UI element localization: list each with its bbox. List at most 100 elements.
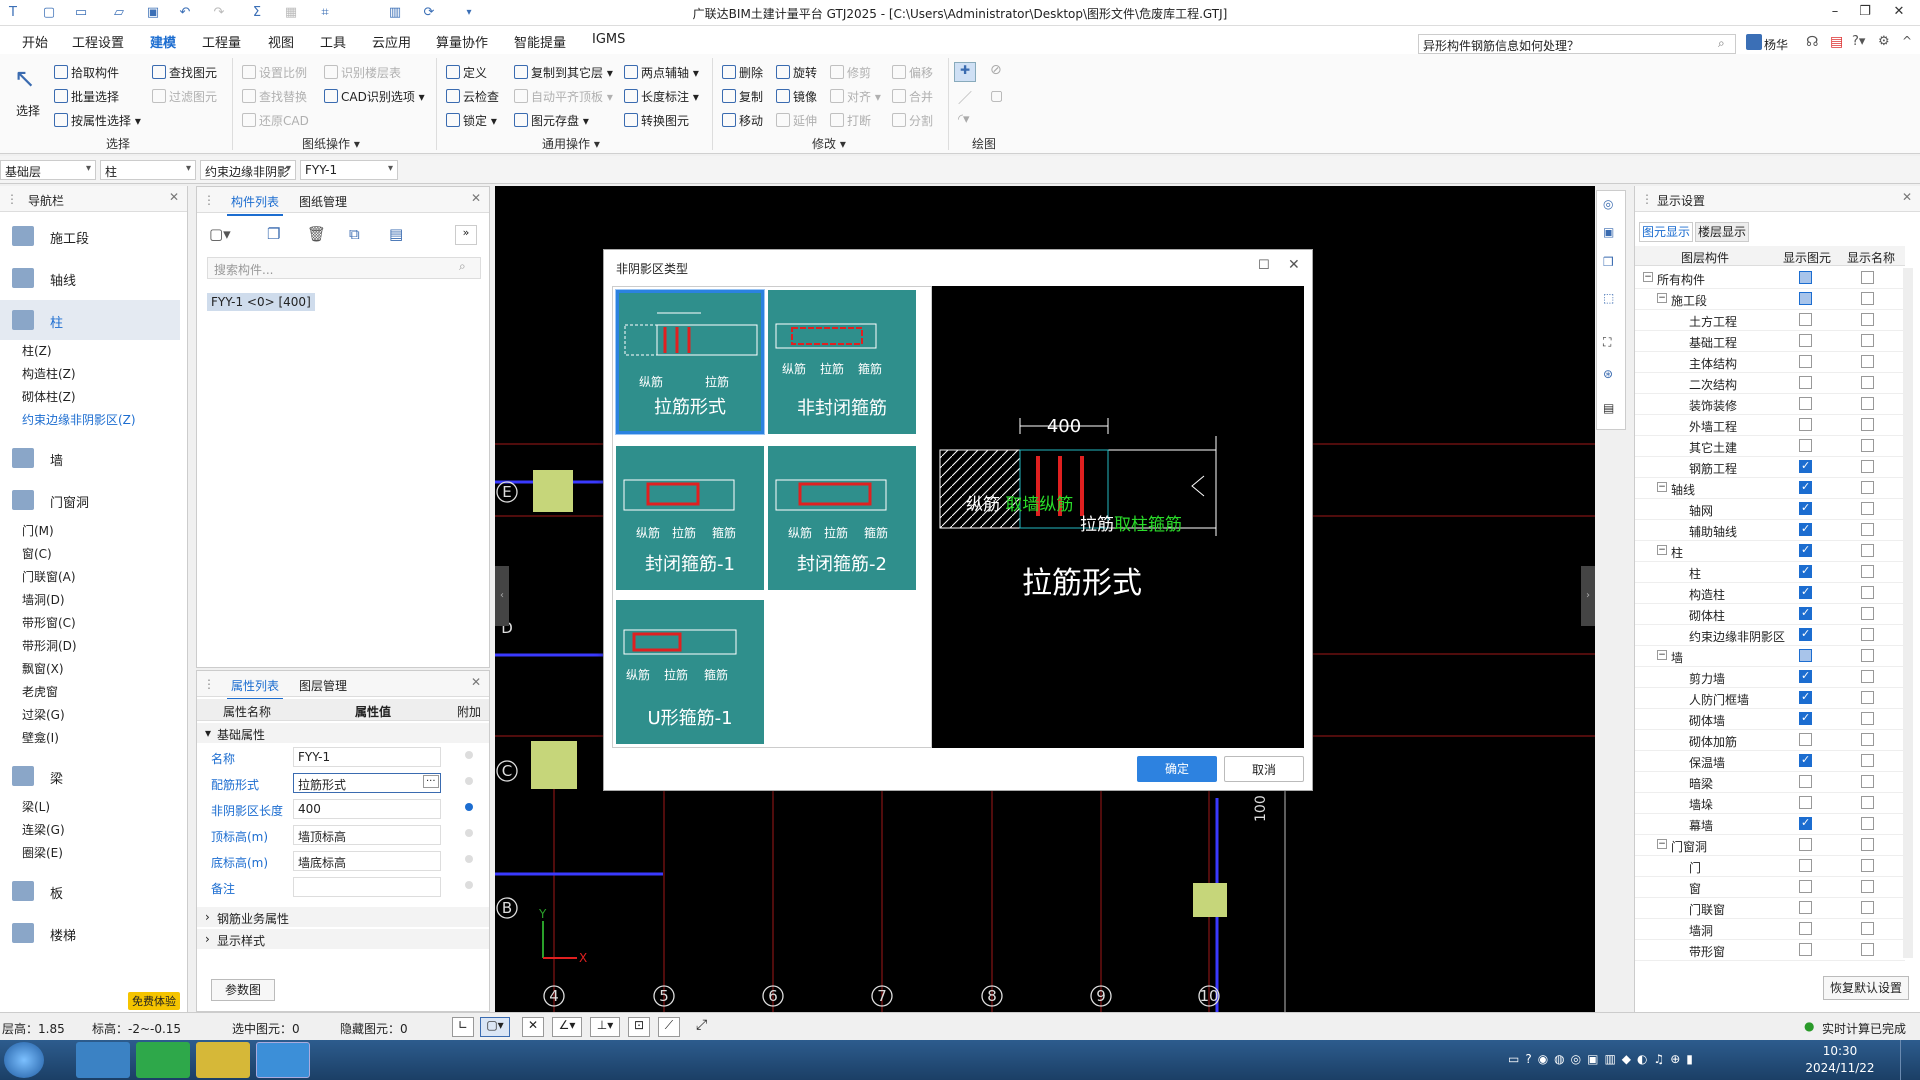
menu-smart[interactable]: 智能提量 (514, 32, 566, 51)
show-element-checkbox[interactable] (1799, 753, 1812, 767)
show-name-checkbox[interactable] (1861, 313, 1874, 326)
show-element-checkbox[interactable] (1799, 355, 1812, 368)
display-row[interactable]: 辅助轴线 (1635, 520, 1905, 541)
save-template-icon[interactable]: ▤ (389, 225, 403, 243)
expand-icon[interactable]: ⤢ (696, 1017, 707, 1033)
show-name-checkbox[interactable] (1861, 439, 1874, 452)
length-dimension-button[interactable]: 长度标注 ▾ (624, 88, 699, 105)
expand-toggle-icon[interactable]: − (1657, 293, 1667, 303)
more-options-icon[interactable]: ··· (423, 775, 439, 788)
cancel-button[interactable]: 取消 (1224, 756, 1304, 782)
show-element-checkbox[interactable] (1799, 859, 1812, 872)
show-name-checkbox[interactable] (1861, 796, 1874, 809)
close-icon[interactable]: ✕ (1288, 257, 1300, 273)
floor-select[interactable]: 基础层 (0, 160, 96, 180)
fullscreen-icon[interactable]: ⛶ (1603, 335, 1611, 350)
show-name-checkbox[interactable] (1861, 754, 1874, 767)
show-element-checkbox[interactable] (1799, 901, 1812, 914)
expand-toggle-icon[interactable]: − (1657, 839, 1667, 849)
menu-tools[interactable]: 工具 (320, 32, 346, 51)
restore-cad-button[interactable]: 还原CAD (242, 112, 309, 129)
display-row[interactable]: 窗 (1635, 877, 1905, 898)
help-icon[interactable]: ?▾ (1852, 34, 1865, 49)
property-value-input[interactable]: 墙顶标高 (293, 825, 441, 845)
show-name-checkbox[interactable] (1861, 565, 1874, 578)
show-name-checkbox[interactable] (1861, 649, 1874, 662)
show-name-checkbox[interactable] (1861, 292, 1874, 305)
display-row[interactable]: 墙垛 (1635, 793, 1905, 814)
nav-sub-item[interactable]: 飘窗(X) (22, 660, 64, 677)
align-button[interactable]: 对齐 ▾ (830, 88, 881, 105)
display-row[interactable]: 外墙工程 (1635, 415, 1905, 436)
show-element-checkbox[interactable] (1799, 522, 1812, 536)
nav-sub-item[interactable]: 约束边缘非阴影区(Z) (22, 411, 136, 428)
cube-dropdown-icon[interactable]: ⬚ (1603, 291, 1614, 305)
column-block[interactable] (533, 470, 573, 512)
show-element-checkbox[interactable] (1799, 816, 1812, 830)
show-element-checkbox[interactable] (1799, 838, 1812, 851)
snap-cross-icon[interactable]: ✕ (522, 1017, 544, 1037)
help-search-input[interactable]: 异形构件钢筋信息如何处理？ (1418, 34, 1736, 54)
show-name-checkbox[interactable] (1861, 901, 1874, 914)
show-name-checkbox[interactable] (1861, 628, 1874, 641)
show-name-checkbox[interactable] (1861, 376, 1874, 389)
layer-copy-icon[interactable]: ⧉ (349, 225, 360, 243)
display-row[interactable]: 门 (1635, 856, 1905, 877)
display-row[interactable]: 装饰装修 (1635, 394, 1905, 415)
tab-property-list[interactable]: 属性列表 (226, 677, 284, 700)
display-row[interactable]: 构造柱 (1635, 583, 1905, 604)
option-tie-bar[interactable]: 纵筋 拉筋 拉筋形式 (615, 289, 765, 435)
collapse-right-handle[interactable]: › (1581, 566, 1595, 626)
close-window-button[interactable]: ✕ (1884, 2, 1914, 22)
view-3d-icon[interactable]: ◎ (1603, 197, 1613, 211)
nav-sub-item[interactable]: 砌体柱(Z) (22, 388, 76, 405)
menu-start[interactable]: 开始 (22, 32, 48, 51)
batch-select-button[interactable]: 批量选择 (54, 88, 119, 105)
component-search-input[interactable]: 搜索构件... (207, 257, 481, 279)
draw-line-icon[interactable]: ／ (958, 88, 972, 108)
mirror-button[interactable]: 镜像 (776, 88, 817, 105)
rotate-button[interactable]: 旋转 (776, 64, 817, 81)
show-name-checkbox[interactable] (1861, 523, 1874, 536)
show-name-checkbox[interactable] (1861, 712, 1874, 725)
menu-igms[interactable]: IGMS (592, 32, 625, 47)
auto-align-top-button[interactable]: 自动平齐顶板 ▾ (514, 88, 613, 105)
menu-quantity[interactable]: 工程量 (202, 32, 241, 51)
delete-button[interactable]: 删除 (722, 64, 763, 81)
option-closed-stirrup-2[interactable]: 纵筋 拉筋 箍筋 封闭箍筋-2 (768, 446, 916, 590)
nav-category-5[interactable]: 梁 (0, 756, 180, 796)
show-name-checkbox[interactable] (1861, 355, 1874, 368)
display-row[interactable]: 砌体墙 (1635, 709, 1905, 730)
menu-collab[interactable]: 算量协作 (436, 32, 488, 51)
show-name-checkbox[interactable] (1861, 481, 1874, 494)
expand-toggle-icon[interactable]: − (1643, 272, 1653, 282)
display-row[interactable]: 约束边缘非阴影区 (1635, 625, 1905, 646)
show-element-checkbox[interactable] (1799, 543, 1812, 557)
property-value-input[interactable]: FYY-1 (293, 747, 441, 767)
display-row[interactable]: 土方工程 (1635, 310, 1905, 331)
show-name-checkbox[interactable] (1861, 733, 1874, 746)
show-name-checkbox[interactable] (1861, 922, 1874, 935)
settings-icon[interactable]: ⚙ (1878, 34, 1890, 49)
collapse-ribbon-icon[interactable]: ^ (1902, 34, 1912, 48)
show-element-checkbox[interactable] (1799, 606, 1812, 620)
convert-element-button[interactable]: 转换图元 (624, 112, 689, 129)
tab-component-list[interactable]: 构件列表 (226, 193, 284, 216)
show-element-checkbox[interactable] (1799, 796, 1812, 809)
display-row[interactable]: 墙洞 (1635, 919, 1905, 940)
show-name-checkbox[interactable] (1861, 859, 1874, 872)
property-value-input[interactable] (293, 877, 441, 897)
break-button[interactable]: 打断 (830, 112, 871, 129)
taskbar-app-gtj-icon[interactable] (256, 1042, 310, 1078)
draw-rect-icon[interactable]: ▢ (990, 88, 1003, 104)
display-row[interactable]: − 轴线 (1635, 478, 1905, 499)
show-name-checkbox[interactable] (1861, 586, 1874, 599)
show-name-checkbox[interactable] (1861, 817, 1874, 830)
property-value-input[interactable]: 墙底标高 (293, 851, 441, 871)
nav-category-4[interactable]: 门窗洞 (0, 480, 180, 520)
nav-sub-item[interactable]: 老虎窗 (22, 683, 58, 700)
offset-input-icon[interactable]: ⊥▾ (590, 1017, 620, 1037)
display-row[interactable]: − 柱 (1635, 541, 1905, 562)
tab-element-display[interactable]: 图元显示 (1639, 222, 1693, 242)
show-name-checkbox[interactable] (1861, 460, 1874, 473)
